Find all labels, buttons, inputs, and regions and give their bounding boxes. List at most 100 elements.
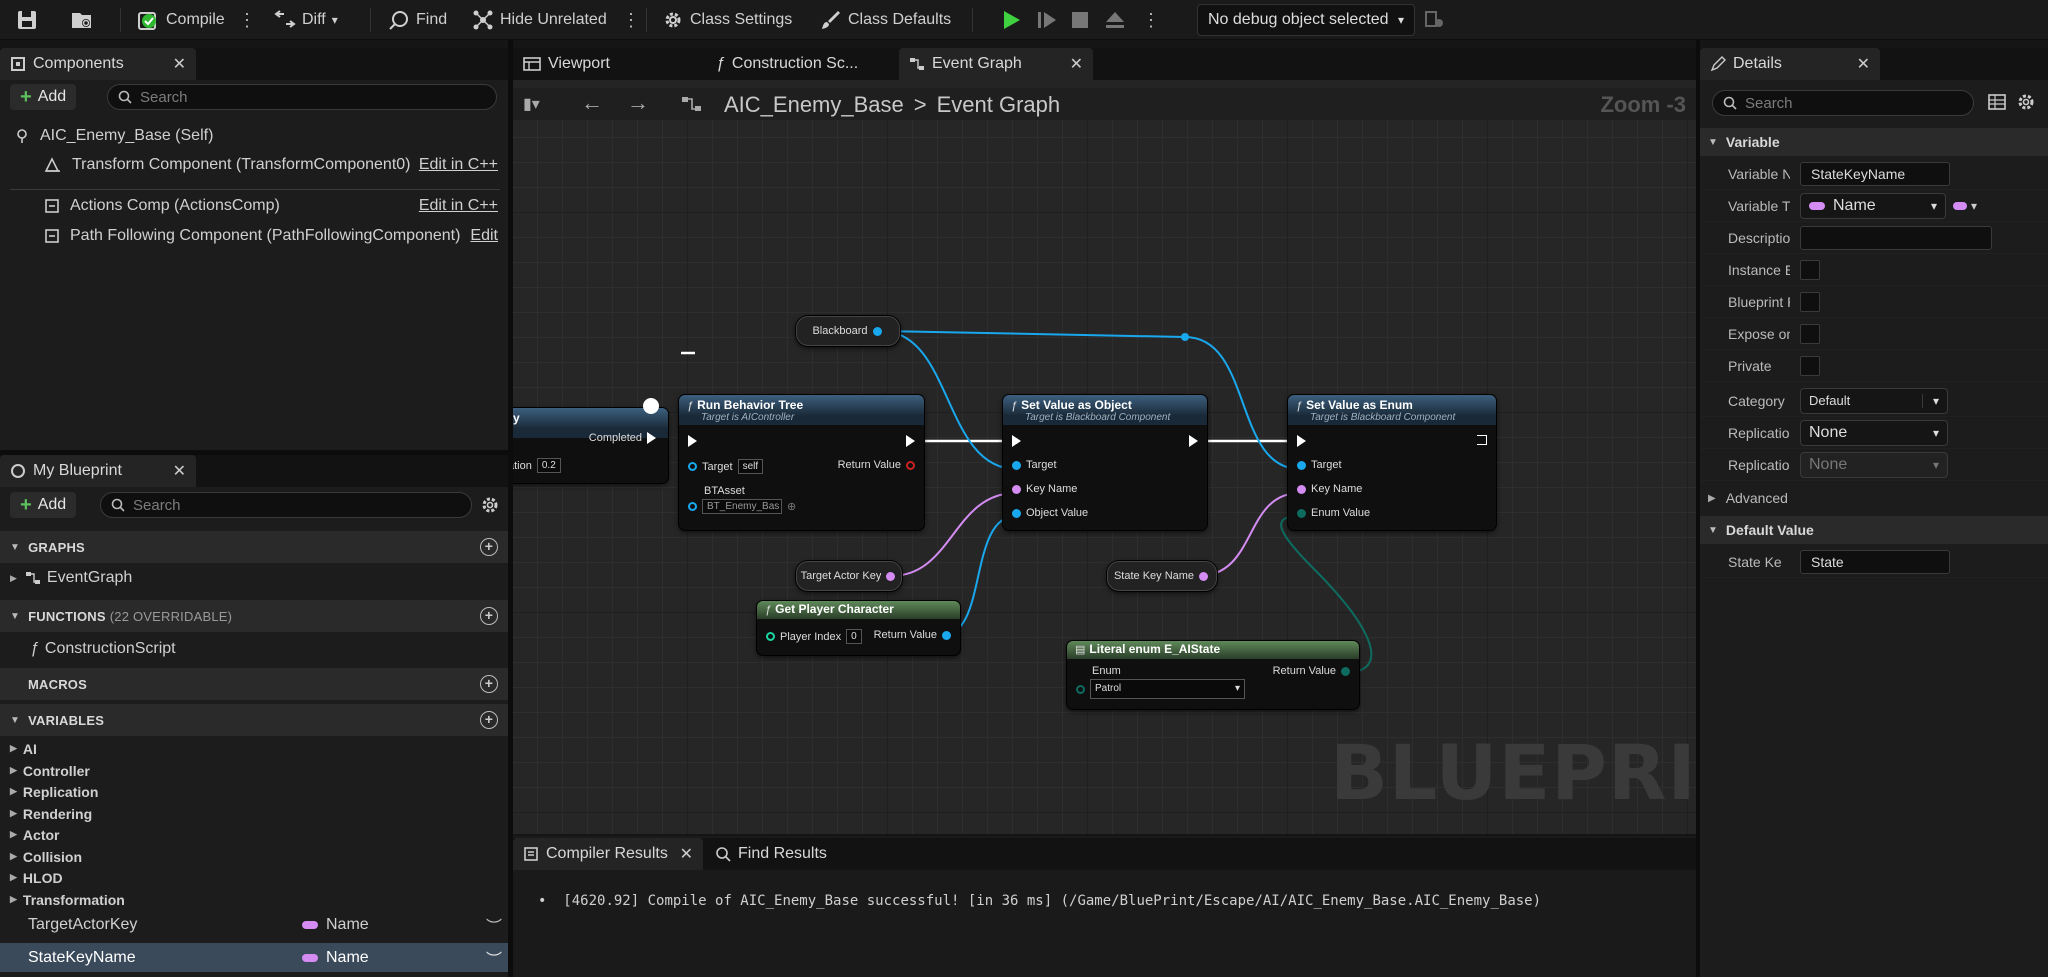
expose-on-spawn-checkbox[interactable]	[1800, 323, 1820, 344]
node-partial[interactable]: y Completed ation 0.2	[513, 408, 668, 483]
pin-value[interactable]: 0	[846, 629, 862, 644]
play-button[interactable]	[1000, 0, 1022, 40]
add-variable-icon[interactable]: +	[480, 711, 498, 729]
variable-category[interactable]: ▶ Actor	[0, 824, 508, 845]
pin-completed[interactable]: Completed	[589, 432, 656, 444]
graphs-section[interactable]: ▼ GRAPHS +	[0, 531, 508, 563]
tab-find-results[interactable]: Find Results	[705, 838, 845, 870]
component-item-pathfollowing[interactable]: Path Following Component (PathFollowingC…	[44, 227, 498, 245]
pin-exec-in[interactable]	[1297, 435, 1306, 447]
pin-value[interactable]: 0.2	[536, 458, 561, 473]
pin-target-actor-key[interactable]: Target Actor Key	[797, 570, 899, 582]
node-set-value-as-object[interactable]: ƒ Set Value as Object Target is Blackboard…	[1003, 395, 1207, 530]
function-item-construction[interactable]: ƒ ConstructionScript	[30, 640, 176, 658]
tab-components[interactable]: Components ✕	[0, 48, 196, 80]
pin-return[interactable]: Return Value	[1273, 665, 1350, 677]
find-button[interactable]: Find	[388, 0, 447, 40]
add-graph-icon[interactable]: +	[480, 538, 498, 556]
pin-return[interactable]: Return Value	[874, 629, 951, 641]
variable-type-select[interactable]: Name ▾	[1800, 192, 1946, 219]
class-settings-button[interactable]: Class Settings	[662, 0, 792, 40]
pin-key-name[interactable]: Key Name	[1012, 483, 1077, 495]
variable-item-selected[interactable]: StateKeyName Name ︶	[0, 943, 508, 972]
play-options-icon[interactable]: ⋮	[1142, 0, 1160, 40]
tab-compiler-results[interactable]: Compiler Results ✕	[513, 838, 703, 870]
node-blackboard[interactable]: Blackboard	[796, 316, 900, 346]
edit-link[interactable]: Edit	[470, 227, 498, 245]
variable-item[interactable]: TargetActorKey Name ︶	[0, 912, 508, 938]
browse-icon[interactable]	[70, 0, 94, 40]
pin-return[interactable]: Return Value	[838, 459, 915, 471]
private-checkbox[interactable]	[1800, 355, 1820, 376]
add-component-button[interactable]: + Add	[10, 84, 77, 110]
container-type-select[interactable]: ▾	[1953, 199, 1977, 213]
node-set-value-as-enum[interactable]: ƒ Set Value as Enum Target is Blackboard C…	[1288, 395, 1496, 530]
variable-section[interactable]: ▼ Variable	[1700, 128, 2048, 156]
pin-target[interactable]: Target	[1297, 459, 1342, 471]
replication-condition-select[interactable]: None ▾	[1800, 451, 1948, 478]
event-graph-canvas[interactable]: y Completed ation0.2 Blackboard ƒRun Beh…	[513, 88, 1696, 834]
pin-exec-out[interactable]	[1477, 435, 1487, 445]
pin-target[interactable]: Target	[1012, 459, 1057, 471]
tab-my-blueprint[interactable]: My Blueprint ✕	[0, 455, 196, 487]
pin-object-value[interactable]: Object Value	[1012, 507, 1088, 519]
variable-category[interactable]: ▶ Transformation	[0, 889, 508, 910]
diff-button[interactable]: Diff ▾	[274, 0, 338, 40]
add-macro-icon[interactable]: +	[480, 675, 498, 693]
splitter[interactable]	[0, 450, 508, 455]
back-arrow-icon[interactable]: ←	[581, 90, 603, 116]
step-button[interactable]	[1036, 0, 1058, 40]
pin-exec-in[interactable]	[1012, 435, 1021, 447]
edit-cpp-link[interactable]: Edit in C++	[419, 156, 498, 174]
close-icon[interactable]: ✕	[680, 844, 693, 864]
pin-target[interactable]: Target self	[688, 459, 764, 474]
forward-arrow-icon[interactable]: →	[627, 90, 649, 116]
browse-asset-icon[interactable]: ⊕	[787, 500, 796, 513]
hide-unrelated-options-icon[interactable]: ⋮	[622, 0, 640, 40]
bookmark-icon[interactable]: ▮▾	[523, 94, 540, 114]
eject-button[interactable]	[1104, 0, 1126, 40]
component-self[interactable]: AIC_Enemy_Base (Self)	[14, 127, 213, 145]
pin-key-name[interactable]: Key Name	[1297, 483, 1362, 495]
stop-button[interactable]	[1070, 0, 1090, 40]
description-input[interactable]	[1800, 225, 1992, 250]
compile-options-icon[interactable]: ⋮	[238, 0, 256, 40]
variable-category[interactable]: ▶ Collision	[0, 846, 508, 867]
debug-object-select[interactable]: No debug object selected ▾	[1197, 4, 1415, 36]
settings-icon[interactable]	[480, 495, 500, 519]
close-icon[interactable]: ✕	[173, 461, 186, 481]
component-item-transform[interactable]: Transform Component (TransformComponent0…	[44, 156, 498, 174]
tab-details[interactable]: Details ✕	[1700, 48, 1880, 80]
add-member-button[interactable]: + Add	[10, 492, 77, 518]
node-literal-enum[interactable]: ▤ Literal enum E_AIState Enum Patrol ▾ Ret…	[1067, 641, 1359, 709]
variable-category[interactable]: ▶ Controller	[0, 760, 508, 781]
default-value-input[interactable]: State	[1800, 549, 1950, 574]
compile-message[interactable]: • [4620.92] Compile of AIC_Enemy_Base su…	[538, 893, 1541, 909]
graph-item-eventgraph[interactable]: ▶ EventGraph	[10, 569, 132, 587]
node-state-key-name[interactable]: State Key Name	[1107, 561, 1217, 591]
category-combo[interactable]: Default ▾	[1800, 387, 1948, 414]
variables-section[interactable]: ▼ VARIABLES +	[0, 704, 508, 736]
details-search-input[interactable]: Search	[1712, 90, 1974, 116]
compile-button[interactable]: Compile	[136, 0, 225, 40]
add-function-icon[interactable]: +	[480, 607, 498, 625]
tab-construction-script[interactable]: ƒ Construction Sc...	[706, 48, 896, 80]
replication-select[interactable]: None ▾	[1800, 419, 1948, 446]
variable-category[interactable]: ▶ Rendering	[0, 803, 508, 824]
visibility-eye-icon[interactable]: ︶	[486, 946, 502, 970]
instance-editable-checkbox[interactable]	[1800, 259, 1820, 280]
row-advanced[interactable]: ▶ Advanced	[1700, 482, 2048, 514]
tab-event-graph[interactable]: Event Graph ✕	[899, 48, 1093, 80]
pin-exec-in[interactable]	[688, 435, 697, 447]
components-search-input[interactable]: Search	[107, 84, 497, 110]
class-defaults-button[interactable]: Class Defaults	[820, 0, 951, 40]
close-icon[interactable]: ✕	[1070, 54, 1083, 74]
default-value-section[interactable]: ▼ Default Value	[1700, 516, 2048, 544]
pin-duration[interactable]: ation 0.2	[513, 458, 561, 473]
tab-viewport[interactable]: Viewport	[513, 48, 703, 80]
pin-exec-out[interactable]	[1189, 435, 1198, 447]
pin-btasset[interactable]: BT_Enemy_Bas ⊕	[688, 499, 796, 514]
close-icon[interactable]: ✕	[173, 54, 186, 74]
blueprint-readonly-checkbox[interactable]	[1800, 291, 1820, 312]
pin-exec-out[interactable]	[906, 435, 915, 447]
